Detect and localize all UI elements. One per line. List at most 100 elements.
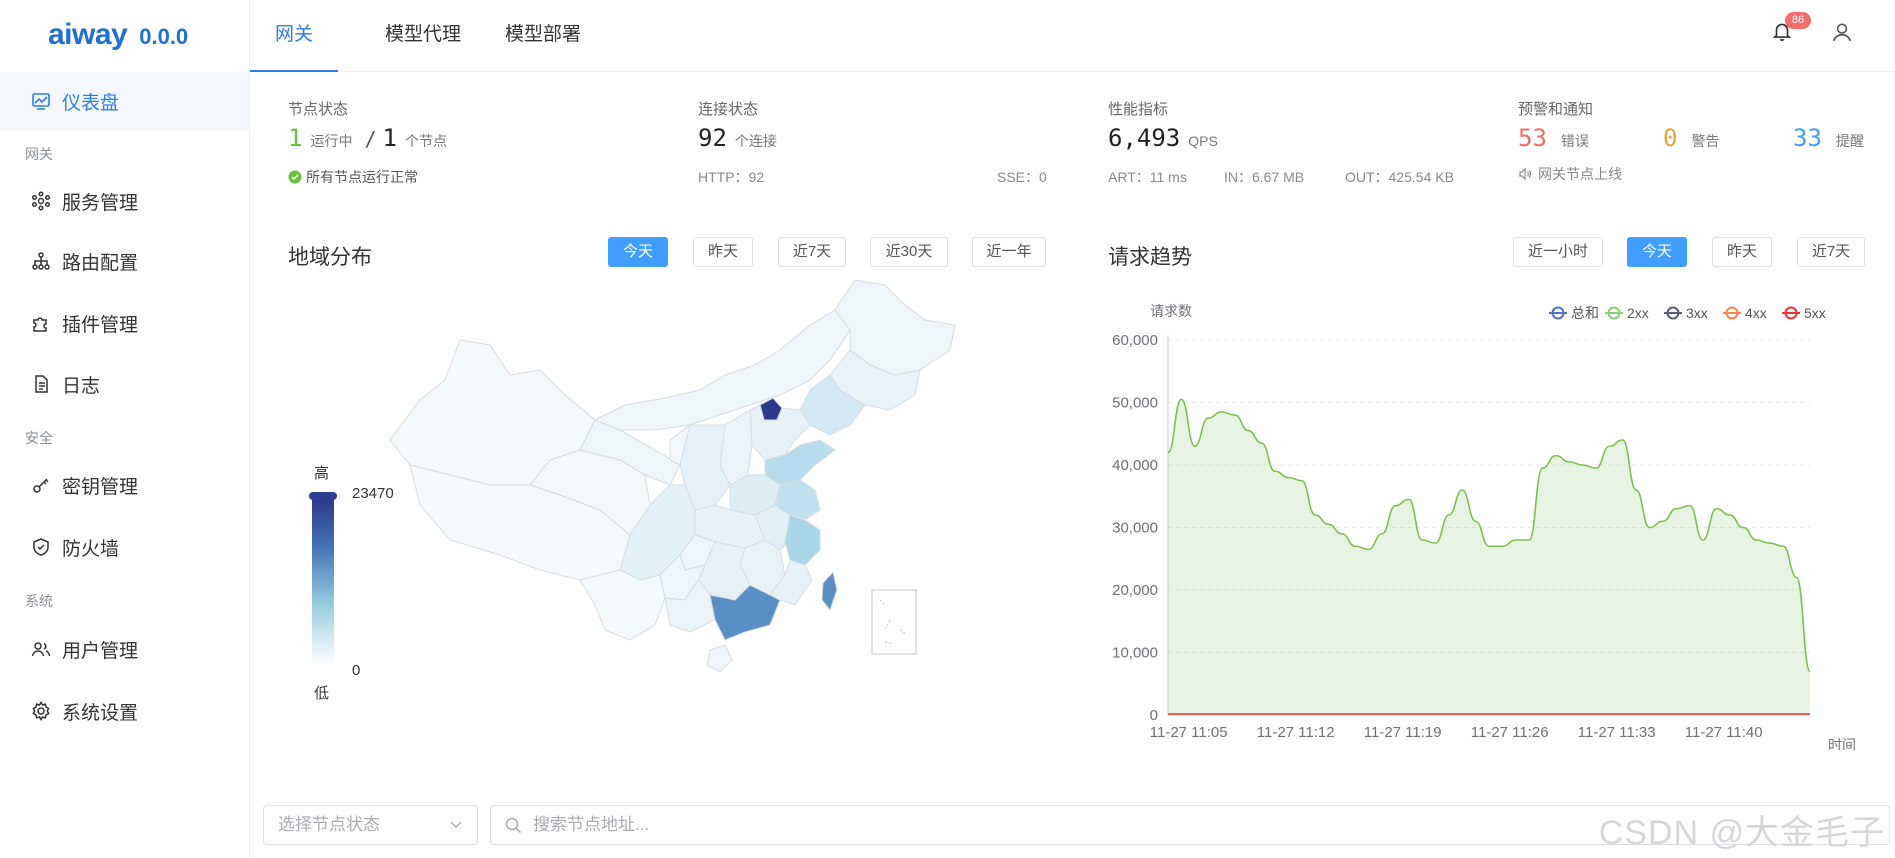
sidebar-item-route[interactable]: 路由配置 — [0, 232, 249, 290]
chevron-down-icon — [450, 821, 462, 829]
china-map[interactable] — [380, 280, 960, 720]
connection-line: 92 个连接 — [698, 124, 777, 152]
notices-label: 提醒 — [1835, 133, 1864, 149]
y-tick-label: 0 — [1150, 707, 1158, 724]
legend-label: 5xx — [1804, 305, 1826, 321]
qps-value: 6,493 — [1108, 124, 1181, 152]
tab-model-deploy[interactable]: 模型部署 — [480, 0, 606, 72]
trend-range-yesterday[interactable]: 昨天 — [1712, 237, 1772, 267]
sidebar-item-keys[interactable]: 密钥管理 — [0, 456, 249, 514]
legend-high-label: 高 — [314, 465, 330, 482]
running-label: 运行中 — [310, 133, 353, 149]
puzzle-icon — [30, 312, 52, 334]
sidebar-label: 插件管理 — [62, 314, 139, 336]
sidebar-item-log[interactable]: 日志 — [0, 355, 249, 413]
http-count: HTTP：92 — [698, 169, 765, 185]
sidebar-item-users[interactable]: 用户管理 — [0, 620, 249, 678]
warnings-label: 警告 — [1691, 133, 1720, 149]
x-tick-label: 11-27 11:05 — [1150, 724, 1228, 741]
user-menu-button[interactable] — [1831, 21, 1855, 45]
region-taiwan[interactable] — [821, 570, 838, 612]
sidebar-item-service[interactable]: 服务管理 — [0, 172, 249, 230]
node-search-placeholder: 搜索节点地址... — [533, 815, 650, 834]
user-icon — [1832, 23, 1852, 42]
south-china-sea-inset — [871, 589, 917, 655]
qps-line: 6,493 QPS — [1108, 124, 1218, 152]
errors-line[interactable]: 53 错误 — [1518, 124, 1589, 152]
x-tick-label: 11-27 11:33 — [1578, 724, 1656, 741]
errors-label: 错误 — [1560, 133, 1589, 149]
check-circle-icon — [288, 170, 302, 184]
y-tick-label: 60,000 — [1112, 332, 1158, 349]
connection-count: 92 — [698, 124, 727, 152]
connection-unit: 个连接 — [734, 133, 777, 149]
errors-count: 53 — [1518, 124, 1547, 152]
latest-notice-text: 网关节点上线 — [1538, 166, 1622, 182]
sidebar-label: 路由配置 — [62, 252, 139, 274]
dashboard-icon — [30, 90, 52, 112]
warnings-count: 0 — [1663, 124, 1678, 152]
x-axis-label: 时间 — [1828, 737, 1856, 750]
performance-title: 性能指标 — [1108, 101, 1169, 118]
sidebar: aiway 0.0.0 仪表盘 网关 服务管理 路由配置 插件管理 日志 安全 — [0, 0, 250, 858]
geo-range-yesterday[interactable]: 昨天 — [693, 237, 753, 267]
notification-badge: 86 — [1785, 12, 1811, 29]
sidebar-item-firewall[interactable]: 防火墙 — [0, 518, 249, 576]
legend-min-value: 0 — [352, 662, 361, 679]
sidebar-label: 日志 — [62, 375, 101, 397]
region-zhejiang[interactable] — [784, 514, 821, 566]
tab-gateway[interactable]: 网关 — [250, 0, 339, 72]
document-icon — [30, 373, 52, 395]
tab-model-proxy[interactable]: 模型代理 — [360, 0, 486, 72]
trend-range-today[interactable]: 今天 — [1627, 237, 1687, 267]
logo-text: aiway — [48, 18, 128, 51]
legend-handle-top[interactable] — [309, 492, 337, 500]
trend-range-1h[interactable]: 近一小时 — [1513, 237, 1603, 267]
app-logo[interactable]: aiway 0.0.0 — [48, 18, 188, 58]
notices-line[interactable]: 33 提醒 — [1793, 124, 1864, 152]
y-axis-label: 请求数 — [1150, 303, 1192, 319]
cluster-icon — [30, 190, 52, 212]
sidebar-label: 仪表盘 — [62, 92, 120, 114]
running-count: 1 — [288, 124, 303, 152]
geo-range-30d[interactable]: 近30天 — [870, 237, 948, 267]
x-tick-label: 11-27 11:40 — [1685, 724, 1763, 741]
route-icon — [30, 250, 52, 272]
node-status-select[interactable]: 选择节点状态 — [263, 805, 478, 845]
y-tick-label: 20,000 — [1112, 582, 1158, 599]
trend-range-7d[interactable]: 近7天 — [1797, 237, 1865, 267]
search-icon — [505, 817, 522, 834]
latest-notice[interactable]: 网关节点上线 — [1518, 164, 1622, 184]
sidebar-label: 防火墙 — [62, 538, 120, 560]
sidebar-item-settings[interactable]: 系统设置 — [0, 682, 249, 740]
region-yunnan[interactable] — [579, 569, 666, 641]
geo-range-today[interactable]: 今天 — [608, 237, 668, 267]
out-value: OUT：425.54 KB — [1345, 169, 1454, 185]
watermark: CSDN @大金毛子 — [1598, 814, 1885, 852]
y-tick-label: 50,000 — [1112, 395, 1158, 412]
key-icon — [30, 474, 52, 496]
warnings-line[interactable]: 0 警告 — [1663, 124, 1719, 152]
group-label-security: 安全 — [25, 430, 53, 446]
node-total-label: 个节点 — [404, 133, 447, 149]
node-ok-text: 所有节点运行正常 — [306, 169, 418, 185]
x-tick-label: 11-27 11:26 — [1471, 724, 1549, 741]
trend-chart[interactable]: 0 10,000 20,000 30,000 40,000 50,000 60,000 请求数… — [1108, 290, 1878, 750]
group-label-gateway: 网关 — [25, 146, 53, 162]
node-ok-status: 所有节点运行正常 — [288, 167, 418, 187]
region-hainan[interactable] — [706, 644, 733, 673]
sse-count: SSE：0 — [997, 169, 1047, 185]
in-value: IN：6.67 MB — [1224, 169, 1305, 185]
notification-button[interactable]: 86 — [1771, 12, 1811, 46]
sidebar-item-plugin[interactable]: 插件管理 — [0, 294, 249, 352]
notices-count: 33 — [1793, 124, 1822, 152]
art-value: ART：11 ms — [1108, 169, 1187, 185]
legend-gradient — [312, 500, 334, 665]
geo-range-7d[interactable]: 近7天 — [778, 237, 846, 267]
qps-unit: QPS — [1188, 133, 1218, 149]
sidebar-label: 密钥管理 — [62, 476, 139, 498]
node-status-line: 1 运行中 / 1 个节点 — [288, 124, 447, 152]
sidebar-item-dashboard[interactable]: 仪表盘 — [0, 72, 249, 130]
y-tick-label: 10,000 — [1112, 645, 1158, 662]
geo-range-year[interactable]: 近一年 — [972, 237, 1046, 267]
